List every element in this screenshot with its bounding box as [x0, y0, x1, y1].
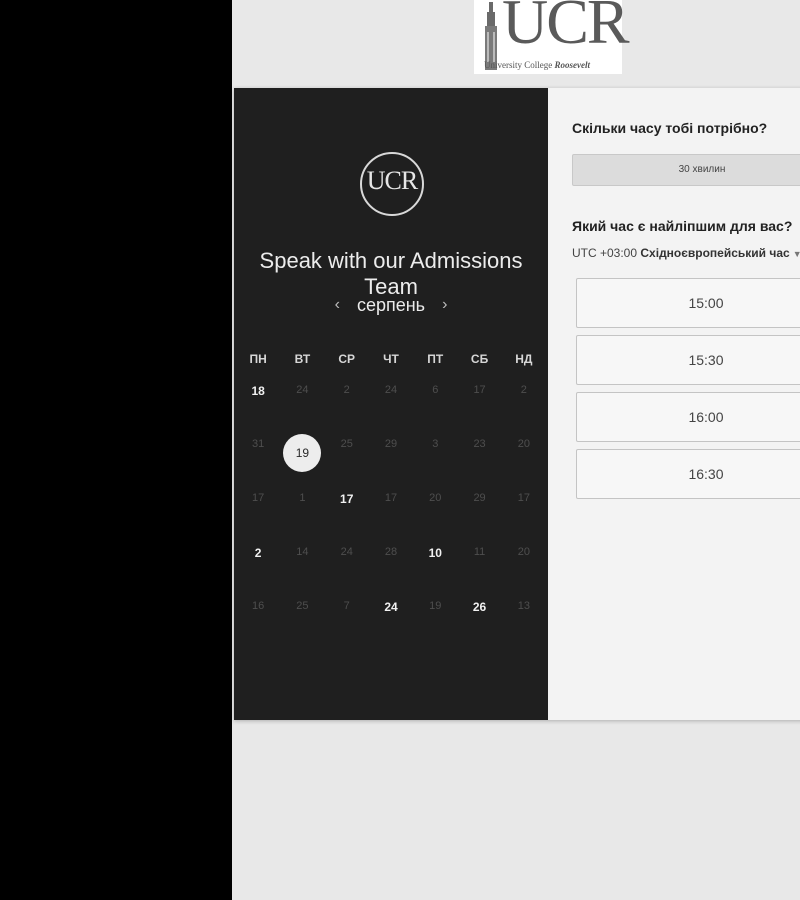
month-navigation: ‹ серпень ›: [234, 294, 548, 316]
timezone-offset: UTC +03:00: [572, 246, 638, 260]
timezone-name: Східноєвропейський час: [640, 246, 790, 260]
calendar-day: 29: [473, 492, 486, 504]
calendar-day: 24: [384, 384, 398, 396]
duration-question: Скільки часу тобі потрібно?: [572, 120, 768, 136]
time-slot-button[interactable]: 16:00: [576, 392, 800, 442]
calendar-panel: UCR Speak with our Admissions Team ‹ сер…: [234, 88, 548, 720]
booking-page: UCR University College Roosevelt UCR Spe…: [232, 0, 800, 900]
calendar-day: 17: [517, 492, 530, 504]
caret-down-icon: ▼: [792, 249, 800, 259]
calendar-day-available[interactable]: 17: [325, 480, 369, 534]
chevron-right-icon[interactable]: ›: [430, 296, 459, 314]
calendar-day-available[interactable]: 10: [413, 534, 457, 588]
calendar-day: 13: [517, 600, 530, 612]
calendar-day: 3: [432, 438, 439, 450]
calendar-day: 11: [473, 546, 486, 558]
timezone-selector[interactable]: UTC +03:00 Східноєвропейський час ▼: [572, 246, 800, 260]
calendar-day: 24: [340, 546, 353, 558]
weekday-label: НД: [515, 352, 533, 366]
calendar-day: 2: [520, 384, 527, 396]
calendar-day-selected[interactable]: 19: [280, 426, 324, 480]
logo-subtitle: University College Roosevelt: [484, 60, 590, 70]
calendar-day: 25: [340, 438, 353, 450]
weekday-header: ПН ВТ СР ЧТ ПТ СБ НД: [236, 352, 546, 366]
time-slot-list: 15:00 15:30 16:00 16:30: [576, 278, 800, 506]
calendar-day: 20: [429, 492, 442, 504]
calendar-day: 28: [384, 546, 398, 558]
time-panel: Скільки часу тобі потрібно? 30 хвилин Як…: [548, 88, 800, 720]
calendar-day: 17: [473, 384, 486, 396]
calendar-day: 29: [384, 438, 398, 450]
calendar-day: 16: [252, 600, 265, 612]
selected-day-number: 19: [283, 434, 322, 472]
calendar-day-available[interactable]: 26: [457, 588, 501, 642]
badge-text: UCR: [366, 166, 418, 195]
ucr-logo: UCR University College Roosevelt: [474, 0, 630, 74]
calendar-day: 17: [252, 492, 265, 504]
calendar-day: 24: [296, 384, 309, 396]
calendar-day-available[interactable]: 2: [236, 534, 280, 588]
calendar-title: Speak with our Admissions Team: [259, 248, 523, 299]
calendar-day: 20: [517, 546, 530, 558]
weekday-label: ВТ: [294, 352, 311, 366]
calendar-day: 31: [252, 438, 265, 450]
calendar-day: 14: [296, 546, 309, 558]
duration-button[interactable]: 30 хвилин: [572, 154, 800, 186]
calendar-day: 20: [517, 438, 530, 450]
weekday-label: ЧТ: [383, 352, 399, 366]
time-slot-button[interactable]: 15:00: [576, 278, 800, 328]
calendar-day: 2: [343, 384, 350, 396]
calendar-day: 1: [299, 492, 306, 504]
time-slot-button[interactable]: 16:30: [576, 449, 800, 499]
day-grid: 18 24 2 24 6 17 2 31 19 25 29 3 23 20 17 1 17 17 20 29 17 2 14…: [236, 372, 546, 642]
ucr-badge: UCR: [360, 152, 424, 216]
weekday-label: ПН: [249, 352, 267, 366]
chevron-left-icon[interactable]: ‹: [323, 296, 352, 314]
calendar-day: 17: [384, 492, 398, 504]
calendar-day: 7: [343, 600, 350, 612]
calendar-day: 23: [473, 438, 486, 450]
calendar-day: 25: [296, 600, 309, 612]
calendar-day-available[interactable]: 24: [369, 588, 413, 642]
calendar-day: 6: [432, 384, 439, 396]
time-slot-button[interactable]: 15:30: [576, 335, 800, 385]
calendar-day-available[interactable]: 18: [236, 372, 280, 426]
calendar-day: 19: [429, 600, 442, 612]
weekday-label: СБ: [470, 352, 489, 366]
logo-wordmark: UCR: [502, 0, 630, 57]
weekday-label: СР: [338, 352, 356, 366]
month-label: серпень: [356, 294, 426, 315]
weekday-label: ПТ: [427, 352, 444, 366]
time-question: Який час є найліпшим для вас?: [572, 218, 793, 234]
booking-card: UCR Speak with our Admissions Team ‹ сер…: [234, 88, 800, 720]
